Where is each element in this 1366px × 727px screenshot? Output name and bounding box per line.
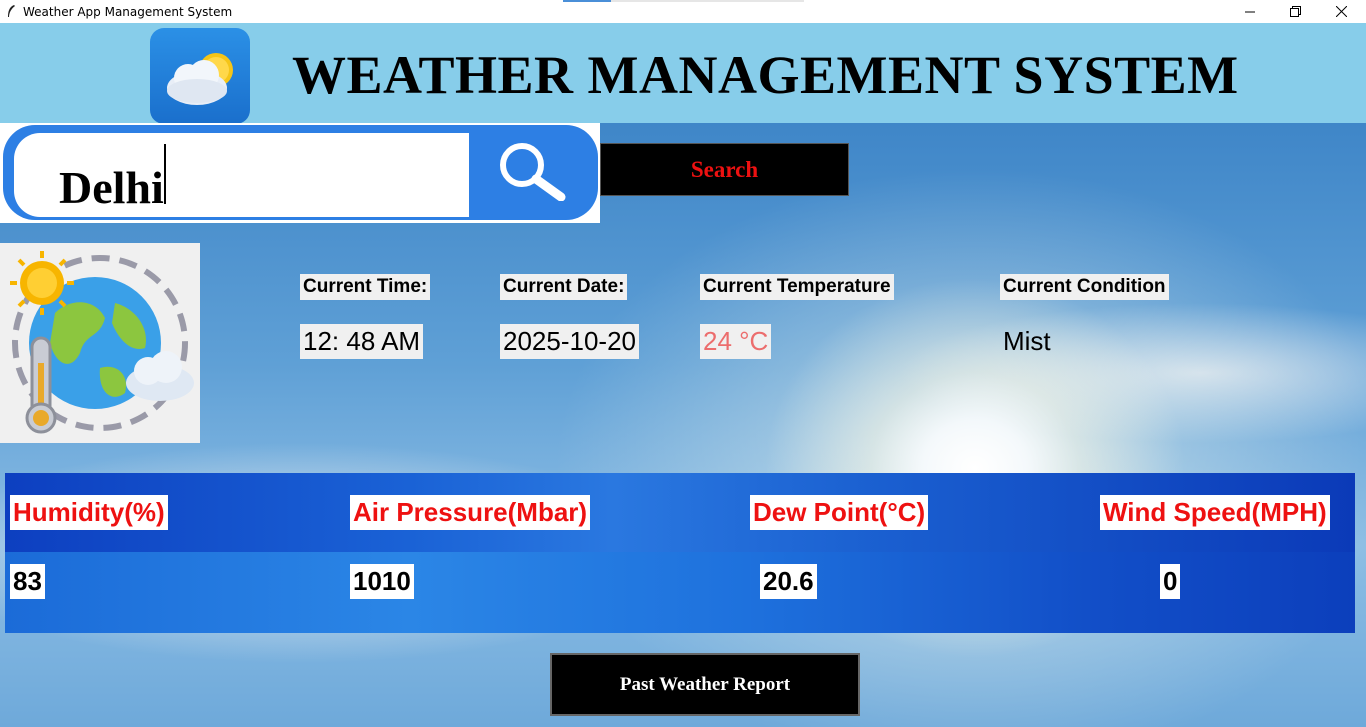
close-icon: [1335, 6, 1347, 17]
search-input[interactable]: Delhi: [59, 161, 164, 214]
dew-point-value: 20.6: [760, 564, 817, 599]
current-time-label: Current Time:: [300, 274, 431, 300]
minimize-icon: [1245, 11, 1255, 12]
close-button[interactable]: [1318, 0, 1364, 23]
page-title: WEATHER MANAGEMENT SYSTEM: [292, 45, 1239, 105]
weather-logo-icon: [150, 28, 250, 124]
restore-icon: [1289, 6, 1301, 17]
search-button[interactable]: Search: [600, 143, 849, 196]
current-date-value: 2025-10-20: [500, 324, 639, 359]
current-temperature-label: Current Temperature: [700, 274, 894, 300]
dew-point-label: Dew Point(°C): [750, 495, 929, 530]
current-time-value: 12: 48 AM: [300, 324, 424, 359]
metrics-values-row: [5, 552, 1355, 633]
metrics-panel: Humidity(%) Air Pressure(Mbar) Dew Point…: [5, 473, 1355, 633]
past-weather-report-button[interactable]: Past Weather Report: [550, 653, 860, 716]
search-input-area[interactable]: Delhi: [14, 133, 469, 217]
restore-button[interactable]: [1272, 0, 1318, 23]
humidity-value: 83: [10, 564, 45, 599]
search-icon[interactable]: [493, 141, 567, 201]
air-pressure-value: 1010: [350, 564, 414, 599]
titlebar-accent: [563, 0, 611, 2]
text-caret: [164, 144, 166, 204]
current-date-label: Current Date:: [500, 274, 628, 300]
globe-thermometer-icon: [0, 243, 200, 443]
wind-speed-value: 0: [1160, 564, 1181, 599]
current-temperature-value: 24 °C: [700, 324, 772, 359]
window-title: Weather App Management System: [23, 5, 233, 19]
minimize-button[interactable]: [1227, 0, 1273, 23]
current-condition-value: Mist: [1003, 326, 1051, 356]
wind-speed-label: Wind Speed(MPH): [1100, 495, 1330, 530]
current-condition-label: Current Condition: [1000, 274, 1169, 300]
window-titlebar: Weather App Management System: [0, 0, 1366, 23]
feather-icon: [8, 5, 15, 17]
air-pressure-label: Air Pressure(Mbar): [350, 495, 591, 530]
humidity-label: Humidity(%): [10, 495, 168, 530]
titlebar-accent-track: [611, 0, 804, 2]
